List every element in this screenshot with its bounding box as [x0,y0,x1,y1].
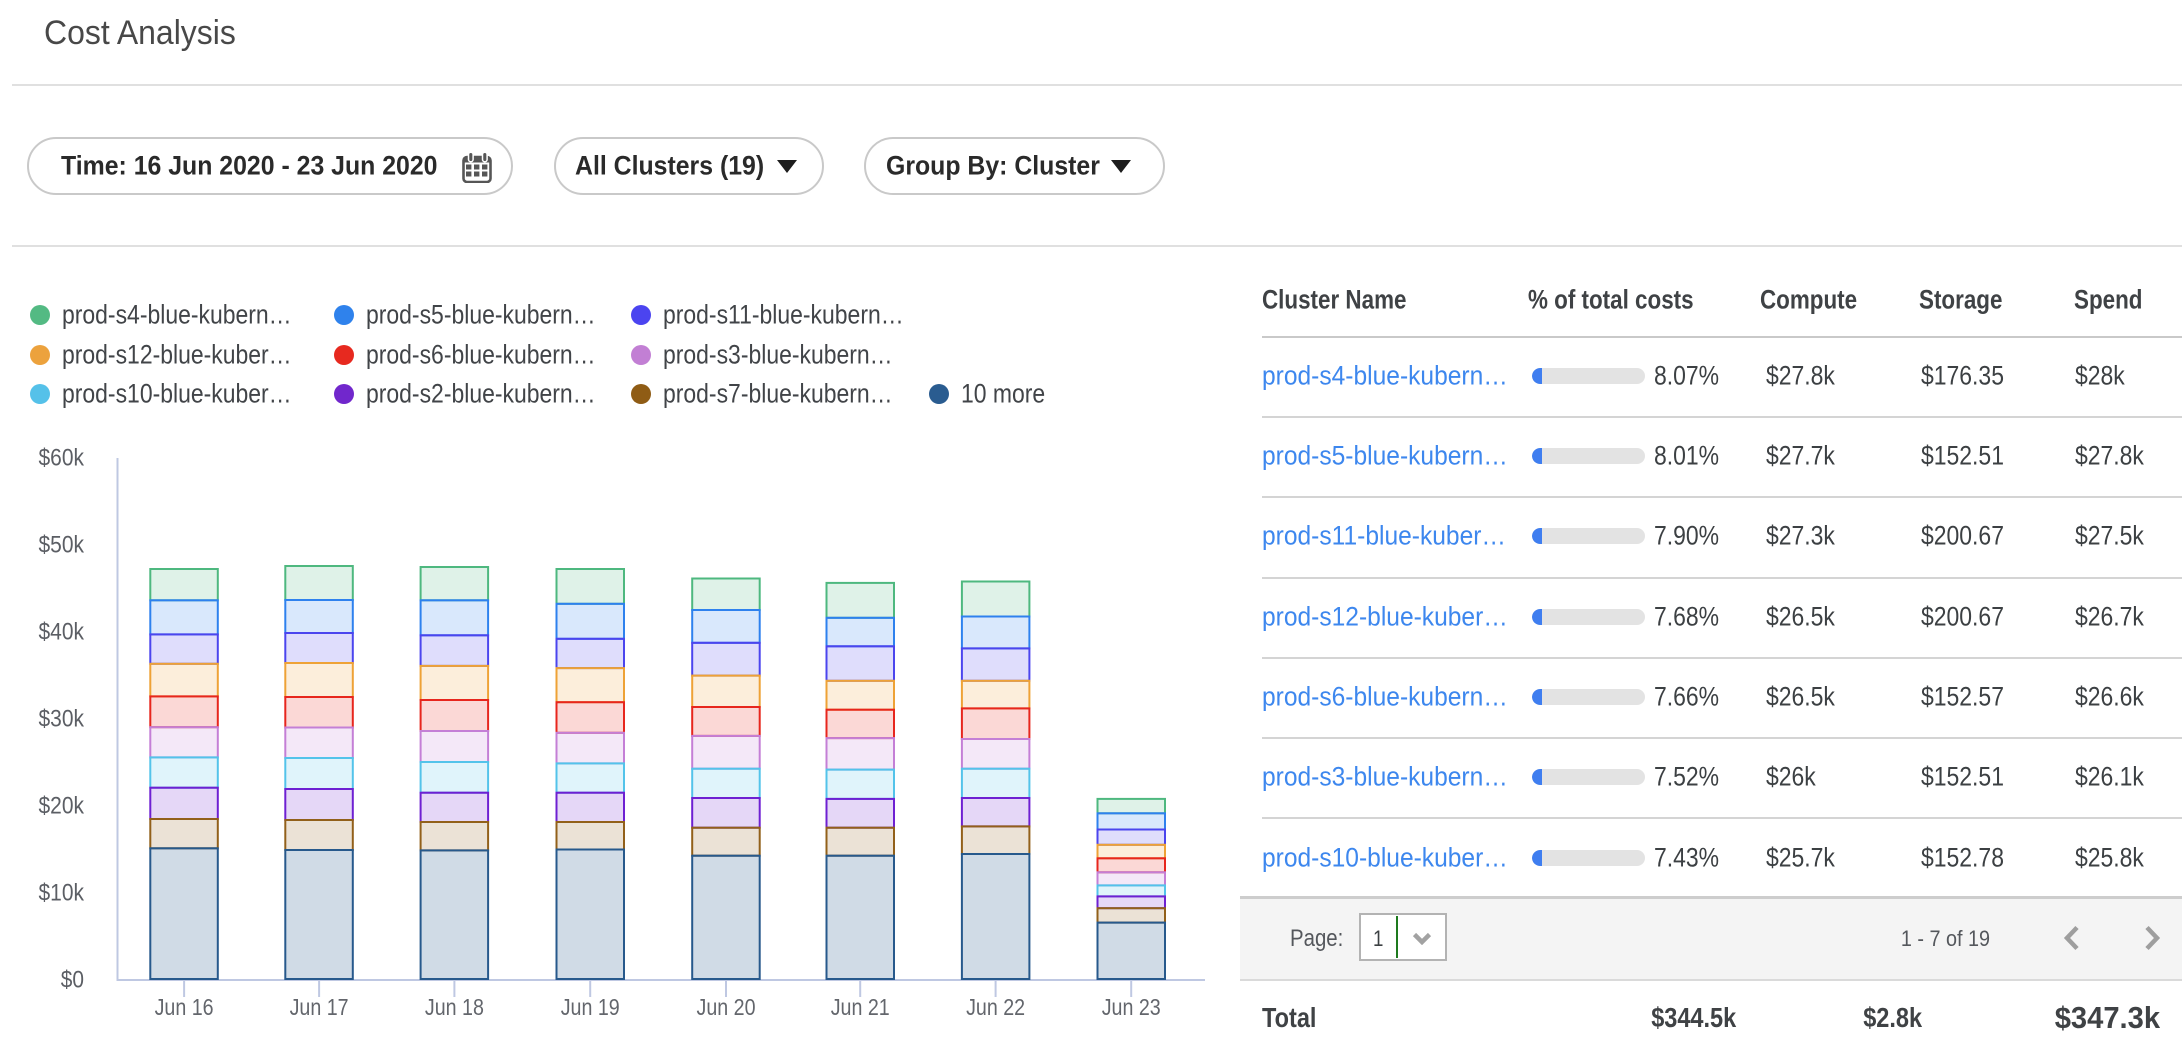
svg-text:$0: $0 [61,967,84,994]
svg-text:Jun 17: Jun 17 [290,994,349,1020]
svg-text:Jun 18: Jun 18 [425,994,484,1020]
svg-text:$20k: $20k [39,793,85,820]
svg-text:Jun 20: Jun 20 [697,994,756,1020]
svg-text:Jun 22: Jun 22 [966,994,1025,1020]
svg-text:Jun 16: Jun 16 [155,994,214,1020]
svg-text:Jun 23: Jun 23 [1102,994,1161,1020]
svg-text:$40k: $40k [39,619,85,646]
svg-text:Jun 19: Jun 19 [561,994,620,1020]
svg-text:$50k: $50k [39,532,85,559]
svg-text:$60k: $60k [39,445,85,472]
svg-text:$10k: $10k [39,880,85,907]
svg-text:$30k: $30k [39,706,85,733]
svg-text:Jun 21: Jun 21 [831,994,890,1020]
